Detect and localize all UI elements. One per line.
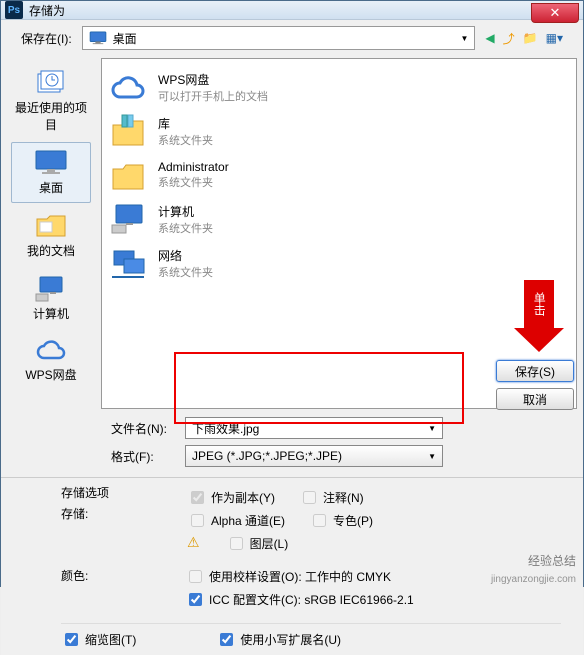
filename-input[interactable]: 下雨效果.jpg ▼ <box>185 417 443 439</box>
file-sub: 系统文件夹 <box>158 220 213 236</box>
format-dropdown[interactable]: JPEG (*.JPG;*.JPEG;*.JPE) ▼ <box>185 445 443 467</box>
location-toolbar: 保存在(I): 桌面 ▼ ◀ ⤴ 📁 ▦▾ <box>1 20 583 56</box>
titlebar: Ps 存储为 ✕ <box>1 1 583 20</box>
computer-icon <box>34 275 68 303</box>
format-label: 格式(F): <box>111 448 173 465</box>
sidebar-item-label: 计算机 <box>33 305 69 322</box>
folder-icon <box>34 212 68 240</box>
cloud-icon <box>108 71 148 103</box>
checkbox-proof[interactable]: 使用校样设置(O): 工作中的 CMYK <box>185 567 414 586</box>
checkbox-as-copy[interactable]: 作为副本(Y) <box>187 488 275 507</box>
file-name: 网络 <box>158 247 213 264</box>
save-options: 存储选项 存储: 作为副本(Y) 注释(N) Alpha 通道(E) 专色(P)… <box>1 477 583 655</box>
list-item[interactable]: 计算机系统文件夹 <box>108 197 570 241</box>
sidebar-item-desktop[interactable]: 桌面 <box>11 142 91 203</box>
checkbox-layers[interactable]: 图层(L) <box>226 534 289 553</box>
filename-label: 文件名(N): <box>111 420 173 437</box>
save-as-dialog: Ps 存储为 ✕ 保存在(I): 桌面 ▼ ◀ ⤴ 📁 ▦▾ 最近使用的项目 桌… <box>0 0 584 587</box>
format-value: JPEG (*.JPG;*.JPEG;*.JPE) <box>192 449 342 463</box>
sidebar-item-recent[interactable]: 最近使用的项目 <box>11 62 91 140</box>
callout-text: 单击 <box>532 292 546 316</box>
sidebar-item-label: 最近使用的项目 <box>14 99 88 133</box>
recent-icon <box>35 69 67 97</box>
file-sub: 可以打开手机上的文档 <box>158 88 268 104</box>
photoshop-icon: Ps <box>5 1 23 19</box>
save-in-label: 保存在(I): <box>21 30 72 47</box>
filename-value: 下雨效果.jpg <box>192 420 259 437</box>
places-sidebar: 最近使用的项目 桌面 我的文档 计算机 WPS网盘 <box>1 56 101 411</box>
desktop-icon <box>89 31 107 45</box>
library-icon <box>108 113 148 149</box>
chevron-down-icon: ▼ <box>428 424 436 433</box>
sidebar-item-documents[interactable]: 我的文档 <box>11 205 91 266</box>
file-name: 计算机 <box>158 203 213 220</box>
list-item[interactable]: Administrator系统文件夹 <box>108 153 570 197</box>
file-name: Administrator <box>158 160 229 174</box>
list-item[interactable]: 网络系统文件夹 <box>108 241 570 285</box>
checkbox-notes[interactable]: 注释(N) <box>299 488 364 507</box>
file-name: WPS网盘 <box>158 71 268 88</box>
checkbox-spot[interactable]: 专色(P) <box>309 511 373 530</box>
file-sub: 系统文件夹 <box>158 264 213 280</box>
sidebar-item-label: WPS网盘 <box>25 366 76 383</box>
sidebar-item-label: 桌面 <box>39 179 63 196</box>
cloud-icon <box>34 338 68 364</box>
color-label: 颜色: <box>61 567 113 609</box>
up-icon[interactable]: ⤴ <box>503 30 515 47</box>
close-button[interactable]: ✕ <box>531 3 579 23</box>
sidebar-item-computer[interactable]: 计算机 <box>11 268 91 329</box>
new-folder-icon[interactable]: 📁 <box>523 31 538 45</box>
chevron-down-icon: ▼ <box>461 34 469 43</box>
desktop-icon <box>34 149 68 177</box>
filename-form: 文件名(N): 下雨效果.jpg ▼ 格式(F): JPEG (*.JPG;*.… <box>1 411 583 477</box>
location-value: 桌面 <box>113 30 137 47</box>
sidebar-item-wps[interactable]: WPS网盘 <box>11 331 91 390</box>
toolbar-icons: ◀ ⤴ 📁 ▦▾ <box>485 30 563 47</box>
location-dropdown[interactable]: 桌面 ▼ <box>82 26 476 50</box>
save-button[interactable]: 保存(S) <box>496 360 574 382</box>
cancel-button[interactable]: 取消 <box>496 388 574 410</box>
file-sub: 系统文件夹 <box>158 174 229 190</box>
user-folder-icon <box>108 157 148 193</box>
checkbox-alpha[interactable]: Alpha 通道(E) <box>187 511 285 530</box>
file-sub: 系统文件夹 <box>158 132 213 148</box>
main-area: 最近使用的项目 桌面 我的文档 计算机 WPS网盘 WPS网盘可以打 <box>1 56 583 411</box>
checkbox-lowercase-ext[interactable]: 使用小写扩展名(U) <box>216 630 341 649</box>
sidebar-item-label: 我的文档 <box>27 242 75 259</box>
warning-icon: ⚠ <box>187 534 200 553</box>
checkbox-thumbnail[interactable]: 缩览图(T) <box>61 630 136 649</box>
list-item[interactable]: WPS网盘可以打开手机上的文档 <box>108 65 570 109</box>
network-icon <box>108 245 148 281</box>
computer-icon <box>108 201 148 237</box>
callout-arrow: 单击 <box>524 280 564 352</box>
checkbox-icc[interactable]: ICC 配置文件(C): sRGB IEC61966-2.1 <box>185 590 414 609</box>
file-name: 库 <box>158 115 213 132</box>
window-title: 存储为 <box>29 2 65 19</box>
view-menu-icon[interactable]: ▦▾ <box>546 31 563 45</box>
list-item[interactable]: 库系统文件夹 <box>108 109 570 153</box>
back-icon[interactable]: ◀ <box>485 31 494 45</box>
chevron-down-icon: ▼ <box>428 452 436 461</box>
storage-label: 存储: <box>61 505 113 522</box>
file-list[interactable]: WPS网盘可以打开手机上的文档 库系统文件夹 Administrator系统文件… <box>101 58 577 409</box>
options-title: 存储选项 <box>61 484 113 501</box>
